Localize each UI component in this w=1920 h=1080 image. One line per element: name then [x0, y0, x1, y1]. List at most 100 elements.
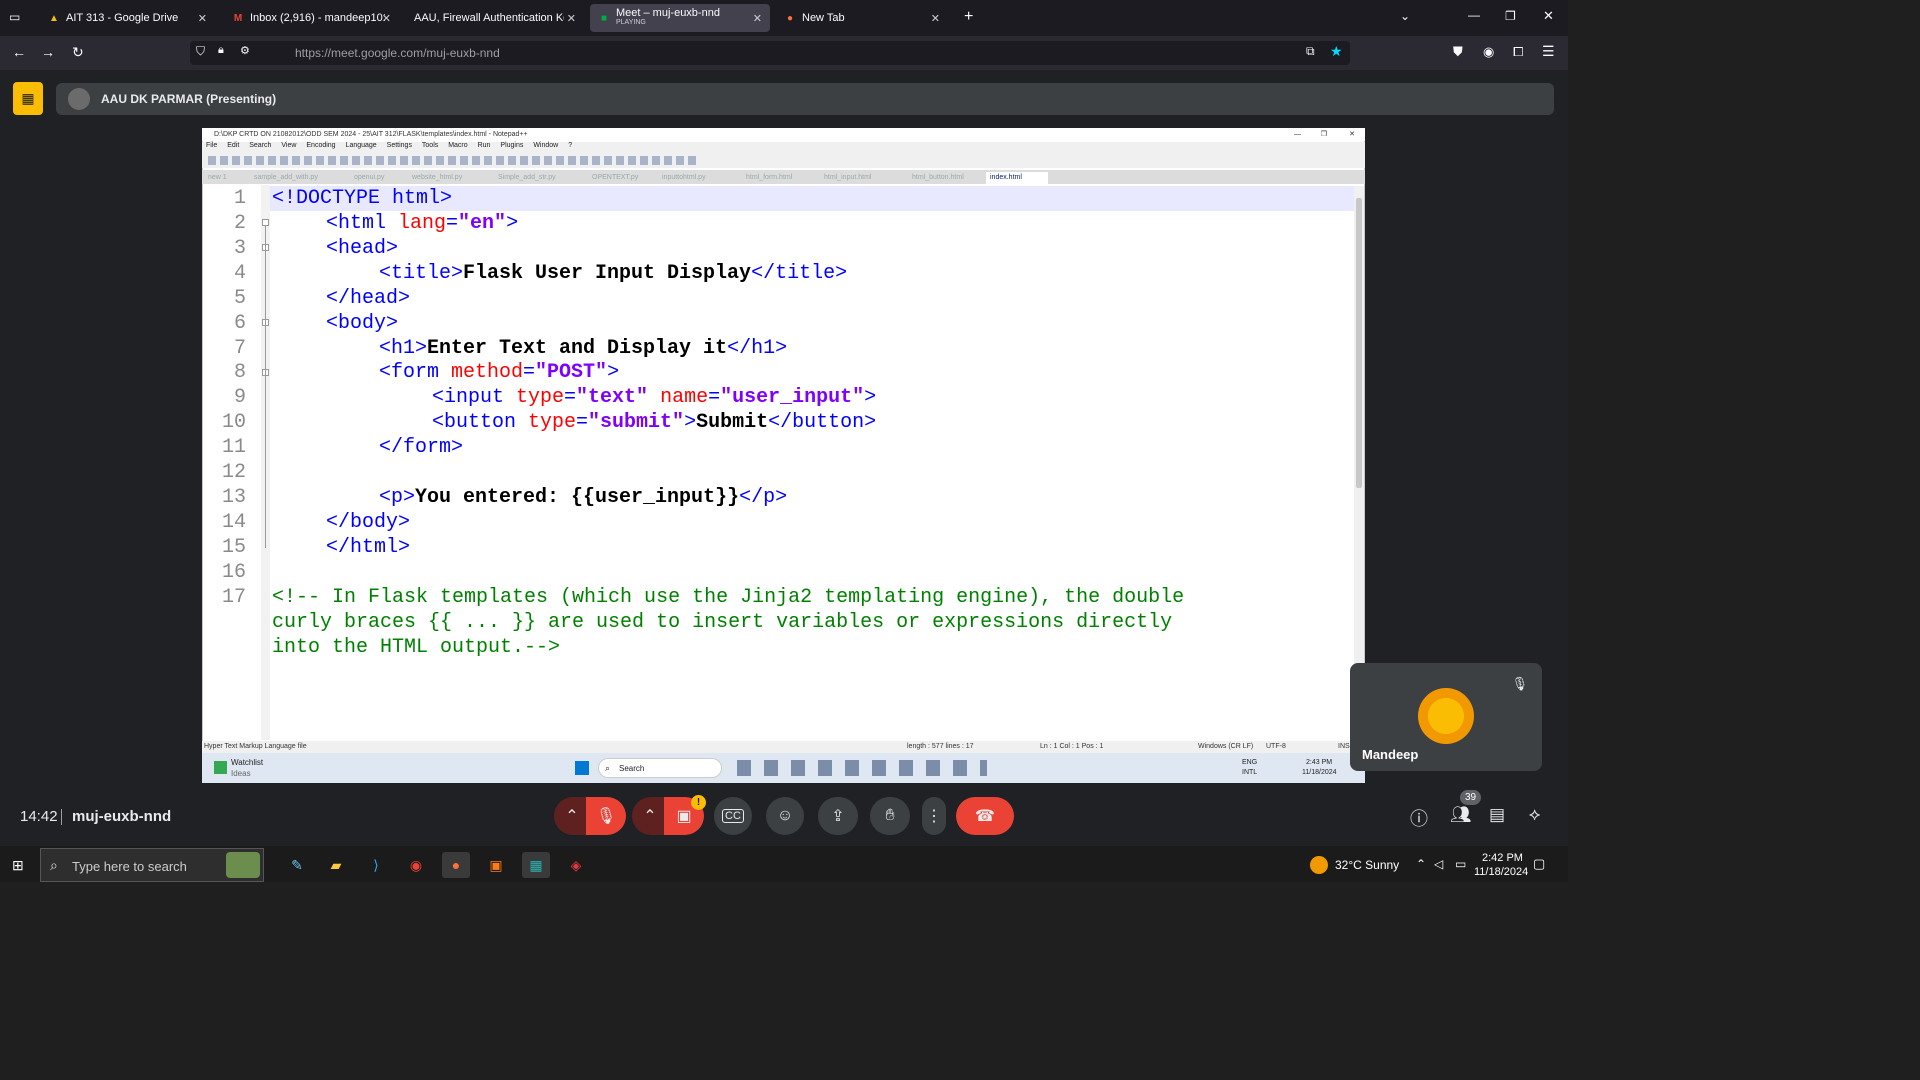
meeting-time: 14:42: [20, 808, 58, 825]
code-comment-line-1: <!-- In Flask templates (which use the J…: [272, 586, 1185, 609]
chrome-icon[interactable]: ◉: [402, 852, 430, 878]
reload-icon[interactable]: ↻: [72, 44, 84, 61]
close-icon[interactable]: ✕: [567, 12, 576, 25]
restore-icon[interactable]: ❐: [1505, 9, 1516, 23]
menu-icon[interactable]: ☰: [1542, 43, 1555, 60]
line-number: 12: [221, 461, 246, 484]
app-icon-red[interactable]: ◈: [562, 852, 590, 878]
forward-icon[interactable]: →: [41, 44, 55, 60]
close-window-icon[interactable]: ✕: [1543, 8, 1554, 24]
chevron-down-icon[interactable]: ⌄: [1400, 9, 1410, 23]
pen-app-icon[interactable]: ✎: [283, 852, 311, 878]
code-token: <input: [432, 386, 517, 409]
code-token: </h1>: [727, 337, 788, 360]
vscode-icon[interactable]: ⟩: [362, 852, 390, 878]
remote-date: 11/18/2024: [1302, 769, 1337, 776]
presentation-icon[interactable]: ▦: [13, 82, 43, 115]
notifications-icon[interactable]: ▢: [1533, 856, 1545, 872]
app-icon-orange[interactable]: ▣: [482, 852, 510, 878]
captions-button[interactable]: CC: [714, 797, 752, 835]
windows-start-icon[interactable]: ⊞: [12, 857, 24, 874]
picture-in-picture-icon[interactable]: ⧉: [1306, 44, 1315, 59]
remote-search-box: ⌕ Search: [598, 758, 722, 778]
gmail-icon: M: [233, 12, 243, 24]
close-icon[interactable]: ✕: [198, 12, 207, 25]
account-icon[interactable]: ◉: [1483, 44, 1494, 60]
bookmark-star-icon[interactable]: ★: [1330, 43, 1343, 60]
file-explorer-icon[interactable]: ▰: [322, 852, 350, 878]
more-options-button[interactable]: ⋮: [922, 797, 946, 835]
permissions-icon[interactable]: ⚙: [240, 44, 250, 57]
browser-tab-drive[interactable]: ▲ AIT 313 - Google Drive ✕: [40, 4, 215, 32]
tray-chevron-icon[interactable]: ⌃: [1416, 857, 1426, 871]
close-icon[interactable]: ✕: [753, 12, 762, 25]
line-number: 17: [221, 586, 246, 609]
code-token: >: [506, 212, 519, 235]
browser-tab-meet[interactable]: ■ Meet – muj-euxb-nnd PLAYING ✕: [590, 4, 770, 32]
windows-search-box[interactable]: ⌕ Type here to search: [40, 848, 264, 882]
line-number: 1: [233, 187, 246, 210]
file-tab: new 1: [208, 174, 227, 181]
menu-encoding: Encoding: [306, 142, 336, 149]
people-icon[interactable]: 👥︎: [1450, 805, 1472, 825]
file-tab: html_form.html: [746, 174, 793, 181]
remote-search-label: Search: [619, 764, 645, 773]
status-file-type: Hyper Text Markup Language file: [204, 743, 307, 750]
code-token: "en": [458, 212, 507, 235]
code-token: lang: [398, 212, 447, 235]
code-line-8: <form method="POST">: [379, 361, 619, 384]
firefox-taskbar-icon[interactable]: ●: [442, 852, 470, 878]
new-tab-icon[interactable]: +: [964, 8, 973, 26]
leave-call-button[interactable]: ☎︎: [956, 797, 1014, 835]
browser-tab-firewall[interactable]: AAU, Firewall Authentication Keepa ✕: [406, 4, 584, 32]
menu-search: Search: [249, 142, 272, 149]
back-icon[interactable]: ←: [12, 44, 26, 60]
pocket-icon[interactable]: ⛊: [1453, 44, 1463, 60]
remote-app-icons: [737, 760, 987, 776]
search-icon: ⌕: [50, 857, 58, 873]
widget-title: Watchlist: [231, 758, 264, 767]
activities-icon[interactable]: ⟡: [1529, 805, 1540, 825]
url-bar[interactable]: ⛉ 🔒︎ ⚙ https://meet.google.com/muj-euxb-…: [190, 41, 1350, 65]
file-tab: html_input.html: [824, 174, 872, 181]
extensions-icon[interactable]: ⧠: [1513, 44, 1523, 60]
code-token: "submit": [588, 411, 685, 434]
notepad-file-tabs: new 1 sample_add_with.py openui.py websi…: [202, 170, 1365, 184]
notepad-menu-bar: File Edit Search View Encoding Language …: [202, 142, 1365, 153]
npp-minimize-icon: —: [1294, 131, 1301, 138]
audio-options-button[interactable]: ⌃: [554, 797, 590, 835]
info-icon[interactable]: ⓘ: [1410, 805, 1428, 831]
code-token: <button: [432, 411, 529, 434]
meet-icon: ■: [600, 12, 608, 24]
app-icon-teal[interactable]: ▦: [522, 852, 550, 878]
code-token: </p>: [739, 486, 788, 509]
tab-list-icon[interactable]: ▭: [9, 10, 20, 24]
code-line-1: <!DOCTYPE html>: [272, 187, 453, 210]
chat-icon[interactable]: ▤: [1489, 805, 1505, 825]
network-icon[interactable]: ▭: [1455, 857, 1466, 871]
tab-label: New Tab: [802, 12, 845, 24]
raise-hand-button[interactable]: ✋︎: [870, 797, 910, 835]
browser-tab-newtab[interactable]: ● New Tab ✕: [776, 4, 948, 32]
code-token: </button>: [768, 411, 877, 434]
reactions-button[interactable]: ☺: [766, 797, 804, 835]
present-button[interactable]: ⇪: [818, 797, 858, 835]
code-token: =: [576, 411, 589, 434]
line-number: 16: [221, 561, 246, 584]
microphone-button[interactable]: 🎙︎: [586, 797, 626, 835]
speaker-icon[interactable]: ◁: [1434, 857, 1443, 871]
browser-tab-gmail[interactable]: M Inbox (2,916) - mandeep10100 ✕: [224, 4, 399, 32]
close-icon[interactable]: ✕: [931, 12, 940, 25]
meeting-code: muj-euxb-nnd: [72, 808, 172, 825]
weather-text[interactable]: 32°C Sunny: [1335, 858, 1399, 872]
status-eol: Windows (CR LF): [1198, 743, 1254, 750]
presenter-bar: AAU DK PARMAR (Presenting): [56, 83, 1554, 115]
tab-label: AIT 313 - Google Drive: [66, 12, 179, 24]
windows-time: 2:42 PM: [1482, 852, 1523, 864]
video-options-button[interactable]: ⌃: [632, 797, 668, 835]
remote-lang: ENG: [1242, 759, 1258, 766]
menu-macro: Macro: [448, 142, 468, 149]
minimize-icon[interactable]: —: [1468, 8, 1480, 22]
close-icon[interactable]: ✕: [382, 12, 391, 25]
present-screen-icon: ⇪: [831, 808, 845, 825]
